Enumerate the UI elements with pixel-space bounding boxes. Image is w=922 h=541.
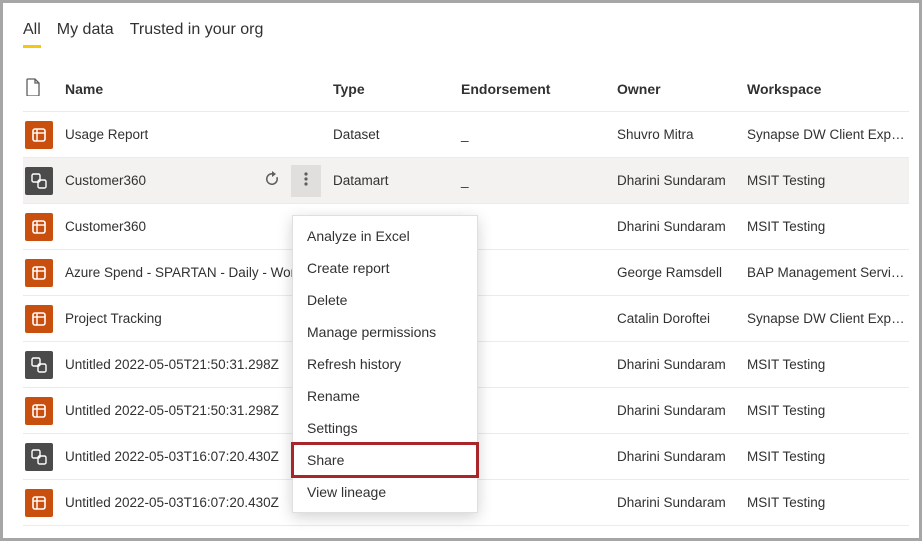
row-workspace: BAP Management Services bbox=[747, 265, 909, 280]
dataset-icon bbox=[25, 121, 53, 149]
row-owner: George Ramsdell bbox=[617, 265, 747, 280]
row-name: Usage Report bbox=[65, 127, 148, 142]
row-owner: Dharini Sundaram bbox=[617, 219, 747, 234]
row-type-icon bbox=[23, 443, 65, 471]
table-row[interactable]: Customer360 Datamart _ Dharini Sundaram … bbox=[23, 158, 909, 204]
row-type-icon bbox=[23, 397, 65, 425]
row-endorsement: _ bbox=[461, 173, 617, 188]
row-type-icon bbox=[23, 351, 65, 379]
menu-item-analyze-in-excel[interactable]: Analyze in Excel bbox=[293, 220, 477, 252]
row-owner: Dharini Sundaram bbox=[617, 173, 747, 188]
row-name-cell[interactable]: Usage Report bbox=[65, 127, 333, 142]
menu-item-share[interactable]: Share bbox=[293, 444, 477, 476]
row-workspace: MSIT Testing bbox=[747, 173, 909, 188]
row-type-icon bbox=[23, 489, 65, 517]
menu-item-create-report[interactable]: Create report bbox=[293, 252, 477, 284]
row-type-icon bbox=[23, 259, 65, 287]
dataset-icon bbox=[25, 397, 53, 425]
column-header-icon bbox=[23, 78, 65, 99]
document-icon bbox=[25, 78, 41, 99]
row-name: Untitled 2022-05-03T16:07:20.430Z bbox=[65, 495, 279, 510]
tab-bar: All My data Trusted in your org bbox=[23, 19, 909, 48]
row-name: Project Tracking bbox=[65, 311, 162, 326]
row-owner: Catalin Doroftei bbox=[617, 311, 747, 326]
datamart-icon bbox=[25, 351, 53, 379]
row-type-icon bbox=[23, 305, 65, 333]
row-owner: Dharini Sundaram bbox=[617, 403, 747, 418]
datamart-icon bbox=[25, 167, 53, 195]
row-workspace: MSIT Testing bbox=[747, 403, 909, 418]
column-header-workspace[interactable]: Workspace bbox=[747, 81, 909, 97]
refresh-button[interactable] bbox=[259, 168, 285, 194]
row-name: Azure Spend - SPARTAN - Daily - Workspac… bbox=[65, 265, 327, 280]
tab-trusted[interactable]: Trusted in your org bbox=[130, 19, 264, 48]
row-owner: Shuvro Mitra bbox=[617, 127, 747, 142]
column-header-owner[interactable]: Owner bbox=[617, 81, 747, 97]
row-endorsement: _ bbox=[461, 127, 617, 142]
tab-mydata[interactable]: My data bbox=[57, 19, 114, 48]
column-header-type[interactable]: Type bbox=[333, 81, 461, 97]
datamart-icon bbox=[25, 443, 53, 471]
row-workspace: MSIT Testing bbox=[747, 219, 909, 234]
row-type-icon bbox=[23, 167, 65, 195]
row-name-cell[interactable]: Customer360 bbox=[65, 165, 333, 197]
column-header-endorsement[interactable]: Endorsement bbox=[461, 81, 617, 97]
tab-all[interactable]: All bbox=[23, 19, 41, 48]
row-type: Dataset bbox=[333, 127, 461, 142]
more-options-button[interactable] bbox=[291, 165, 321, 197]
app-frame: All My data Trusted in your org Name Typ… bbox=[0, 0, 922, 541]
row-name: Customer360 bbox=[65, 173, 146, 188]
table-row[interactable]: Usage Report Dataset _ Shuvro Mitra Syna… bbox=[23, 112, 909, 158]
menu-item-manage-permissions[interactable]: Manage permissions bbox=[293, 316, 477, 348]
menu-item-refresh-history[interactable]: Refresh history bbox=[293, 348, 477, 380]
refresh-icon bbox=[263, 170, 281, 191]
row-type: Datamart bbox=[333, 173, 461, 188]
dataset-icon bbox=[25, 259, 53, 287]
row-owner: Dharini Sundaram bbox=[617, 495, 747, 510]
row-owner: Dharini Sundaram bbox=[617, 449, 747, 464]
row-name: Customer360 bbox=[65, 219, 146, 234]
more-vertical-icon bbox=[297, 170, 315, 191]
menu-item-rename[interactable]: Rename bbox=[293, 380, 477, 412]
row-workspace: MSIT Testing bbox=[747, 449, 909, 464]
row-workspace: Synapse DW Client Experi... bbox=[747, 311, 909, 326]
row-workspace: MSIT Testing bbox=[747, 357, 909, 372]
dataset-icon bbox=[25, 489, 53, 517]
row-workspace: MSIT Testing bbox=[747, 495, 909, 510]
menu-item-settings[interactable]: Settings bbox=[293, 412, 477, 444]
table-header-row: Name Type Endorsement Owner Workspace bbox=[23, 66, 909, 112]
dataset-icon bbox=[25, 213, 53, 241]
row-owner: Dharini Sundaram bbox=[617, 357, 747, 372]
menu-item-delete[interactable]: Delete bbox=[293, 284, 477, 316]
menu-item-view-lineage[interactable]: View lineage bbox=[293, 476, 477, 508]
row-workspace: Synapse DW Client Experi... bbox=[747, 127, 909, 142]
row-type-icon bbox=[23, 121, 65, 149]
row-name: Untitled 2022-05-05T21:50:31.298Z bbox=[65, 403, 279, 418]
column-header-name[interactable]: Name bbox=[65, 81, 333, 97]
dataset-icon bbox=[25, 305, 53, 333]
row-name: Untitled 2022-05-05T21:50:31.298Z bbox=[65, 357, 279, 372]
row-name: Untitled 2022-05-03T16:07:20.430Z bbox=[65, 449, 279, 464]
context-menu: Analyze in ExcelCreate reportDeleteManag… bbox=[292, 215, 478, 513]
row-type-icon bbox=[23, 213, 65, 241]
